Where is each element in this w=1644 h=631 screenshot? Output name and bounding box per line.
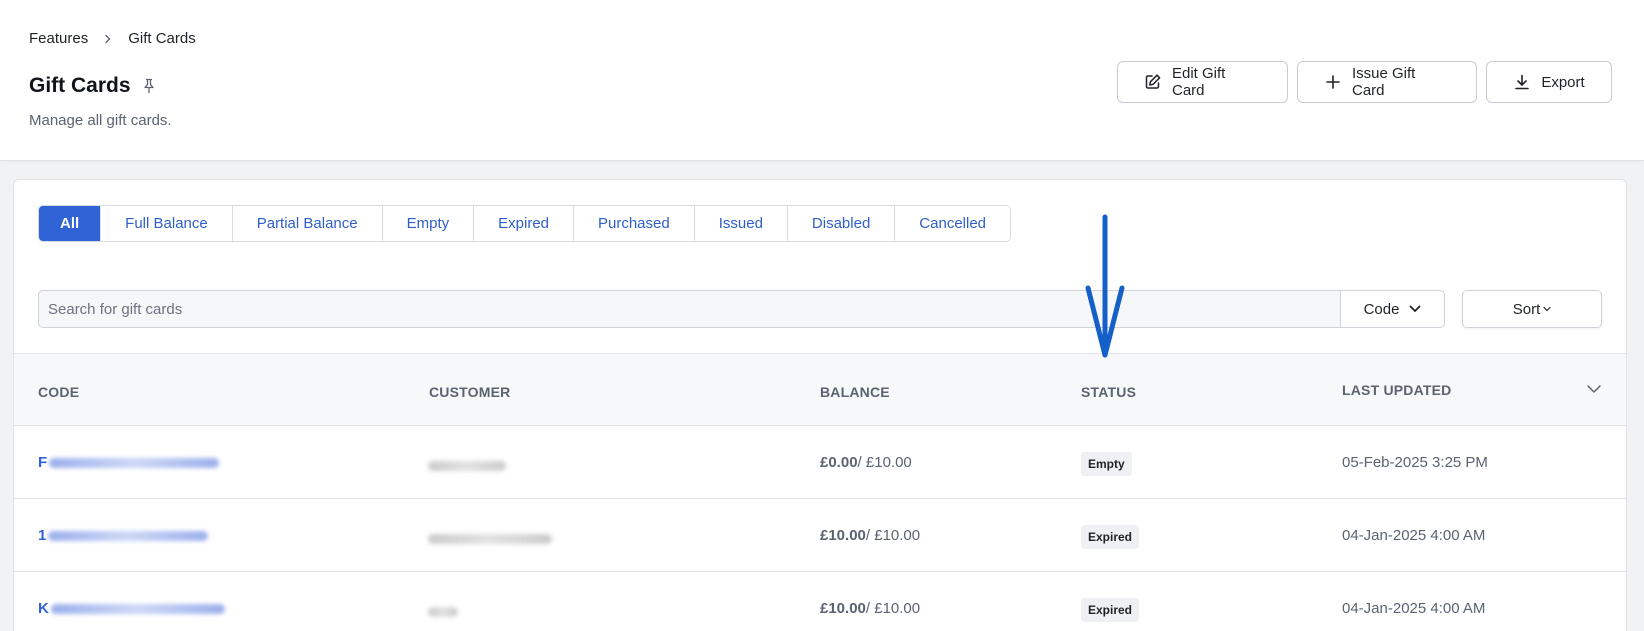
gift-cards-table: CODE CUSTOMER BALANCE STATUS LAST UPDATE…	[14, 353, 1626, 631]
gift-card-code-link[interactable]: F	[38, 454, 220, 471]
search-field	[38, 290, 1340, 328]
edit-gift-card-label: Edit Gift Card	[1172, 65, 1226, 99]
redacted-code	[50, 603, 225, 614]
export-label: Export	[1541, 73, 1585, 91]
tab-partial-balance[interactable]: Partial Balance	[232, 206, 383, 241]
tab-all[interactable]: All	[39, 206, 102, 241]
redacted-code	[48, 530, 209, 541]
search-field-select[interactable]: Code	[1340, 290, 1445, 328]
search-input[interactable]	[48, 291, 1340, 327]
tab-empty[interactable]: Empty	[382, 206, 475, 241]
balance-total: / £10.00	[865, 527, 921, 544]
tab-issued[interactable]: Issued	[694, 206, 788, 241]
table-header: CODE CUSTOMER BALANCE STATUS LAST UPDATE…	[14, 353, 1626, 426]
edit-gift-card-button[interactable]: Edit Gift Card	[1117, 61, 1288, 103]
sort-label: Sort	[1512, 300, 1541, 318]
status-badge: Empty	[1081, 452, 1132, 476]
gift-card-code-link[interactable]: K	[38, 600, 225, 617]
status-badge: Expired	[1081, 598, 1140, 622]
gift-card-code-prefix: F	[38, 454, 48, 471]
column-header-balance[interactable]: BALANCE	[820, 384, 890, 400]
pin-icon[interactable]	[141, 78, 157, 94]
customer-cell	[428, 604, 458, 621]
edit-icon	[1144, 73, 1162, 91]
table-row[interactable]: 1 £10.00/ £10.00 Expired 04-Jan-2025 4:0…	[14, 499, 1626, 572]
balance-current: £0.00	[820, 454, 858, 471]
customer-cell	[428, 531, 552, 548]
balance-total: / £10.00	[857, 454, 912, 471]
filter-tabs: All Full Balance Partial Balance Empty E…	[38, 205, 1012, 242]
column-header-last-updated[interactable]: LAST UPDATED	[1342, 382, 1451, 398]
chevron-down-icon	[1409, 305, 1421, 313]
annotation-arrow-icon	[1085, 214, 1125, 358]
breadcrumb-current: Gift Cards	[128, 30, 196, 47]
redacted-customer	[428, 461, 506, 471]
search-row: Code Sort	[38, 290, 1602, 328]
last-updated-cell: 05-Feb-2025 3:25 PM	[1342, 454, 1488, 471]
column-header-customer[interactable]: CUSTOMER	[429, 384, 510, 400]
status-badge: Expired	[1081, 525, 1140, 549]
redacted-customer	[428, 607, 458, 617]
balance-cell: £10.00/ £10.00	[820, 527, 920, 544]
tab-purchased[interactable]: Purchased	[574, 206, 695, 241]
tab-disabled[interactable]: Disabled	[787, 206, 896, 241]
customer-cell	[428, 458, 506, 475]
redacted-code	[49, 457, 220, 468]
breadcrumb-features-link[interactable]: Features	[29, 30, 88, 47]
chevron-down-icon[interactable]	[1586, 384, 1602, 394]
header-actions: Edit Gift Card Issue Gift Card Export	[1117, 61, 1612, 103]
issue-gift-card-button[interactable]: Issue Gift Card	[1297, 61, 1477, 103]
status-cell: Expired	[1081, 525, 1140, 549]
gift-card-code-link[interactable]: 1	[38, 527, 209, 544]
export-button[interactable]: Export	[1486, 61, 1612, 103]
column-header-code[interactable]: CODE	[38, 384, 79, 400]
redacted-customer	[428, 534, 552, 544]
page-header: Features Gift Cards Gift Cards Manage al…	[0, 0, 1644, 161]
page-subtitle: Manage all gift cards.	[29, 112, 172, 129]
column-header-status[interactable]: STATUS	[1081, 384, 1136, 400]
balance-current: £10.00	[820, 527, 866, 544]
issue-gift-card-label: Issue Gift Card	[1352, 65, 1416, 99]
download-icon	[1513, 73, 1531, 91]
page-title: Gift Cards	[29, 74, 131, 97]
tab-full-balance[interactable]: Full Balance	[101, 206, 233, 241]
plus-icon	[1324, 73, 1342, 91]
table-row[interactable]: F £0.00/ £10.00 Empty 05-Feb-2025 3:25 P…	[14, 426, 1626, 499]
gift-card-code-prefix: K	[38, 600, 49, 617]
sort-button[interactable]: Sort	[1462, 290, 1602, 328]
gift-card-code-prefix: 1	[38, 527, 47, 544]
tab-cancelled[interactable]: Cancelled	[895, 206, 1011, 241]
balance-cell: £0.00/ £10.00	[820, 454, 912, 471]
last-updated-cell: 04-Jan-2025 4:00 AM	[1342, 600, 1486, 617]
page-title-row: Gift Cards	[29, 74, 157, 98]
balance-current: £10.00	[820, 600, 866, 617]
status-cell: Empty	[1081, 452, 1132, 476]
search-field-value: Code	[1363, 300, 1400, 318]
balance-cell: £10.00/ £10.00	[820, 600, 920, 617]
gift-cards-panel: All Full Balance Partial Balance Empty E…	[13, 179, 1627, 631]
chevron-down-icon	[1543, 306, 1551, 312]
last-updated-cell: 04-Jan-2025 4:00 AM	[1342, 527, 1486, 544]
table-row[interactable]: K £10.00/ £10.00 Expired 04-Jan-2025 4:0…	[14, 572, 1626, 631]
chevron-right-icon	[102, 33, 114, 45]
balance-total: / £10.00	[865, 600, 921, 617]
tab-expired[interactable]: Expired	[474, 206, 574, 241]
breadcrumb: Features Gift Cards	[29, 30, 196, 47]
status-cell: Expired	[1081, 598, 1140, 622]
